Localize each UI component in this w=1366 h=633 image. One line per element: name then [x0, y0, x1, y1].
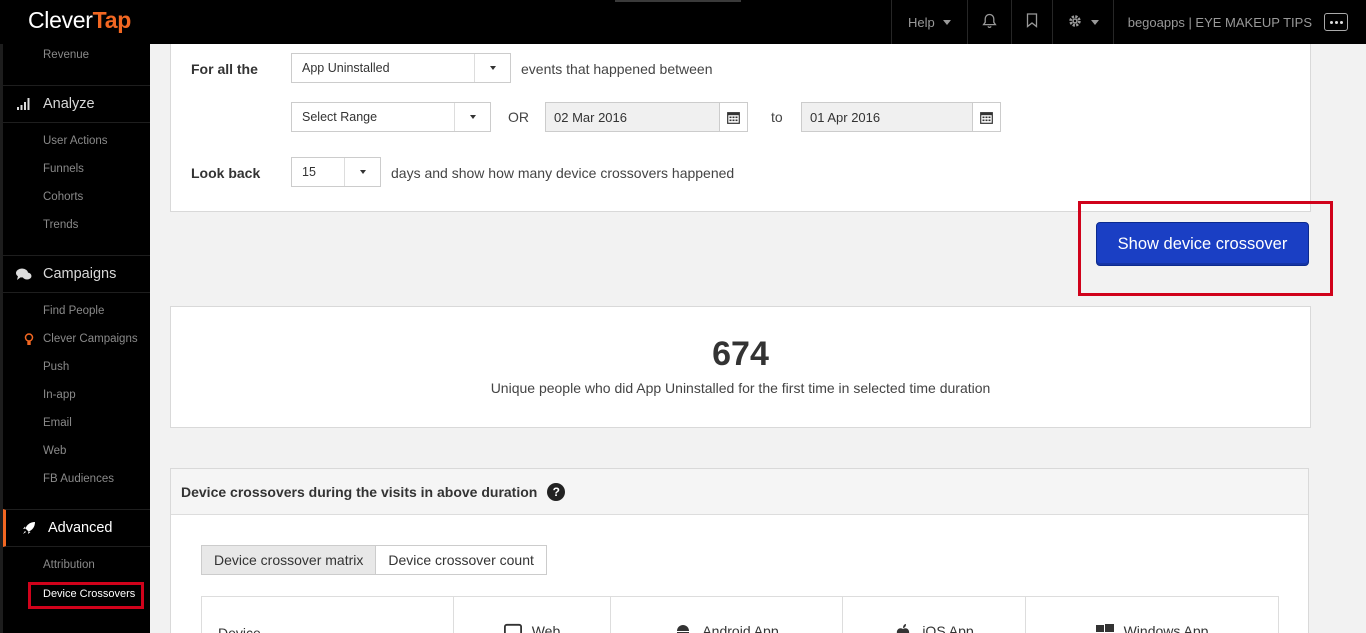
sidebar-section-campaigns[interactable]: Campaigns [3, 255, 150, 293]
or-text: OR [508, 109, 529, 125]
date-from-input[interactable]: 02 Mar 2016 [545, 102, 748, 132]
sidebar-item-attribution[interactable]: Attribution [43, 559, 95, 571]
tab-crossover-matrix[interactable]: Device crossover matrix [201, 545, 377, 575]
column-label: Windows App [1123, 623, 1209, 633]
column-label: iOS App [922, 623, 974, 633]
crossover-matrix-table: Device Web Android App iOS App Windows A… [201, 596, 1279, 633]
more-icon[interactable] [1324, 13, 1348, 31]
bar-chart-icon [15, 98, 33, 110]
sidebar-item-funnels[interactable]: Funnels [43, 163, 84, 175]
lookback-suffix-text: days and show how many device crossovers… [391, 165, 735, 181]
sidebar-section-label: Campaigns [43, 266, 117, 282]
column-label: Web [531, 623, 561, 633]
date-from-value: 02 Mar 2016 [554, 109, 627, 125]
lightbulb-icon [24, 333, 34, 351]
apple-icon [894, 623, 912, 633]
unique-people-description: Unique people who did App Uninstalled fo… [490, 380, 991, 396]
sidebar-section-advanced[interactable]: Advanced [3, 509, 150, 547]
help-label: Help [907, 14, 935, 30]
crossover-panel-header: Device crossovers during the visits in a… [171, 469, 1308, 515]
app-logo[interactable]: CleverTap [28, 7, 131, 34]
lookback-label: Look back [191, 165, 261, 181]
column-header-device: Device [202, 597, 454, 633]
chevron-down-icon [1090, 19, 1099, 25]
account-menu[interactable]: begoapps | EYE MAKEUP TIPS [1112, 0, 1352, 44]
date-to-input[interactable]: 01 Apr 2016 [801, 102, 1001, 132]
sidebar-section-label: Analyze [43, 96, 95, 112]
help-menu[interactable]: Help [890, 0, 967, 44]
crossover-panel-title: Device crossovers during the visits in a… [181, 483, 538, 500]
top-bar: CleverTap Help begoapps | EYE MAKEUP TIP… [0, 0, 1366, 44]
sidebar-item-find-people[interactable]: Find People [43, 305, 104, 317]
logo-text-accent: Tap [92, 7, 132, 33]
filter-panel: For all the App Uninstalled events that … [170, 44, 1311, 212]
rocket-icon [20, 521, 38, 535]
help-icon[interactable]: ? [547, 482, 566, 501]
calendar-icon[interactable] [972, 103, 1000, 131]
crossover-tabs: Device crossover matrix Device crossover… [201, 545, 547, 575]
android-icon [674, 623, 692, 633]
column-label: Device [218, 625, 261, 633]
dropdown-arrow-icon [454, 103, 490, 131]
sidebar-section-analyze[interactable]: Analyze [3, 85, 150, 123]
chevron-down-icon [942, 19, 951, 25]
top-nav: Help begoapps | EYE MAKEUP TIPS [890, 0, 1352, 44]
top-divider [615, 0, 741, 2]
for-all-label: For all the [191, 61, 258, 77]
dropdown-arrow-icon [474, 54, 510, 82]
sidebar-item-fb-audiences[interactable]: FB Audiences [43, 473, 114, 485]
gear-icon [1067, 13, 1083, 32]
column-header-web: Web [454, 597, 611, 633]
range-select-value: Select Range [302, 110, 378, 124]
sidebar-item-revenue[interactable]: Revenue [43, 49, 89, 61]
column-label: Android App [702, 623, 779, 633]
notifications-button[interactable] [966, 0, 1011, 44]
sidebar-item-trends[interactable]: Trends [43, 219, 78, 231]
chat-icon [15, 268, 33, 281]
bookmark-button[interactable] [1010, 0, 1052, 44]
column-header-windows: Windows App [1026, 597, 1278, 633]
account-name: begoapps | EYE MAKEUP TIPS [1127, 14, 1312, 30]
unique-people-count: 674 [712, 335, 769, 373]
settings-menu[interactable] [1051, 0, 1113, 44]
sidebar: Revenue Analyze User Actions Funnels Coh… [0, 44, 150, 633]
sidebar-item-push[interactable]: Push [43, 361, 69, 373]
sidebar-item-in-app[interactable]: In-app [43, 389, 76, 401]
lookback-value: 15 [302, 165, 316, 179]
crossover-panel: Device crossovers during the visits in a… [170, 468, 1309, 633]
column-header-ios: iOS App [843, 597, 1026, 633]
sidebar-item-cohorts[interactable]: Cohorts [43, 191, 83, 203]
column-header-android: Android App [611, 597, 843, 633]
events-between-text: events that happened between [521, 61, 713, 77]
dropdown-arrow-icon [344, 158, 380, 186]
range-select[interactable]: Select Range [291, 102, 491, 132]
lookback-select[interactable]: 15 [291, 157, 381, 187]
to-text: to [771, 109, 783, 125]
sidebar-section-label: Advanced [48, 520, 113, 536]
monitor-icon [503, 623, 522, 633]
tab-crossover-count[interactable]: Device crossover count [376, 545, 547, 575]
event-select-value: App Uninstalled [302, 61, 390, 75]
sidebar-item-web[interactable]: Web [43, 445, 66, 457]
sidebar-item-email[interactable]: Email [43, 417, 72, 429]
bell-icon [982, 13, 997, 32]
logo-text: Clever [28, 7, 93, 33]
sidebar-item-user-actions[interactable]: User Actions [43, 135, 108, 147]
summary-card: 674 Unique people who did App Uninstalle… [170, 306, 1311, 428]
sidebar-item-clever-campaigns[interactable]: Clever Campaigns [43, 333, 138, 345]
show-device-crossover-button[interactable]: Show device crossover [1096, 222, 1309, 266]
highlight-box-sidebar [28, 582, 144, 609]
bookmark-icon [1026, 13, 1038, 31]
date-to-value: 01 Apr 2016 [810, 109, 881, 125]
calendar-icon[interactable] [719, 103, 747, 131]
event-select[interactable]: App Uninstalled [291, 53, 511, 83]
windows-icon [1095, 623, 1114, 633]
